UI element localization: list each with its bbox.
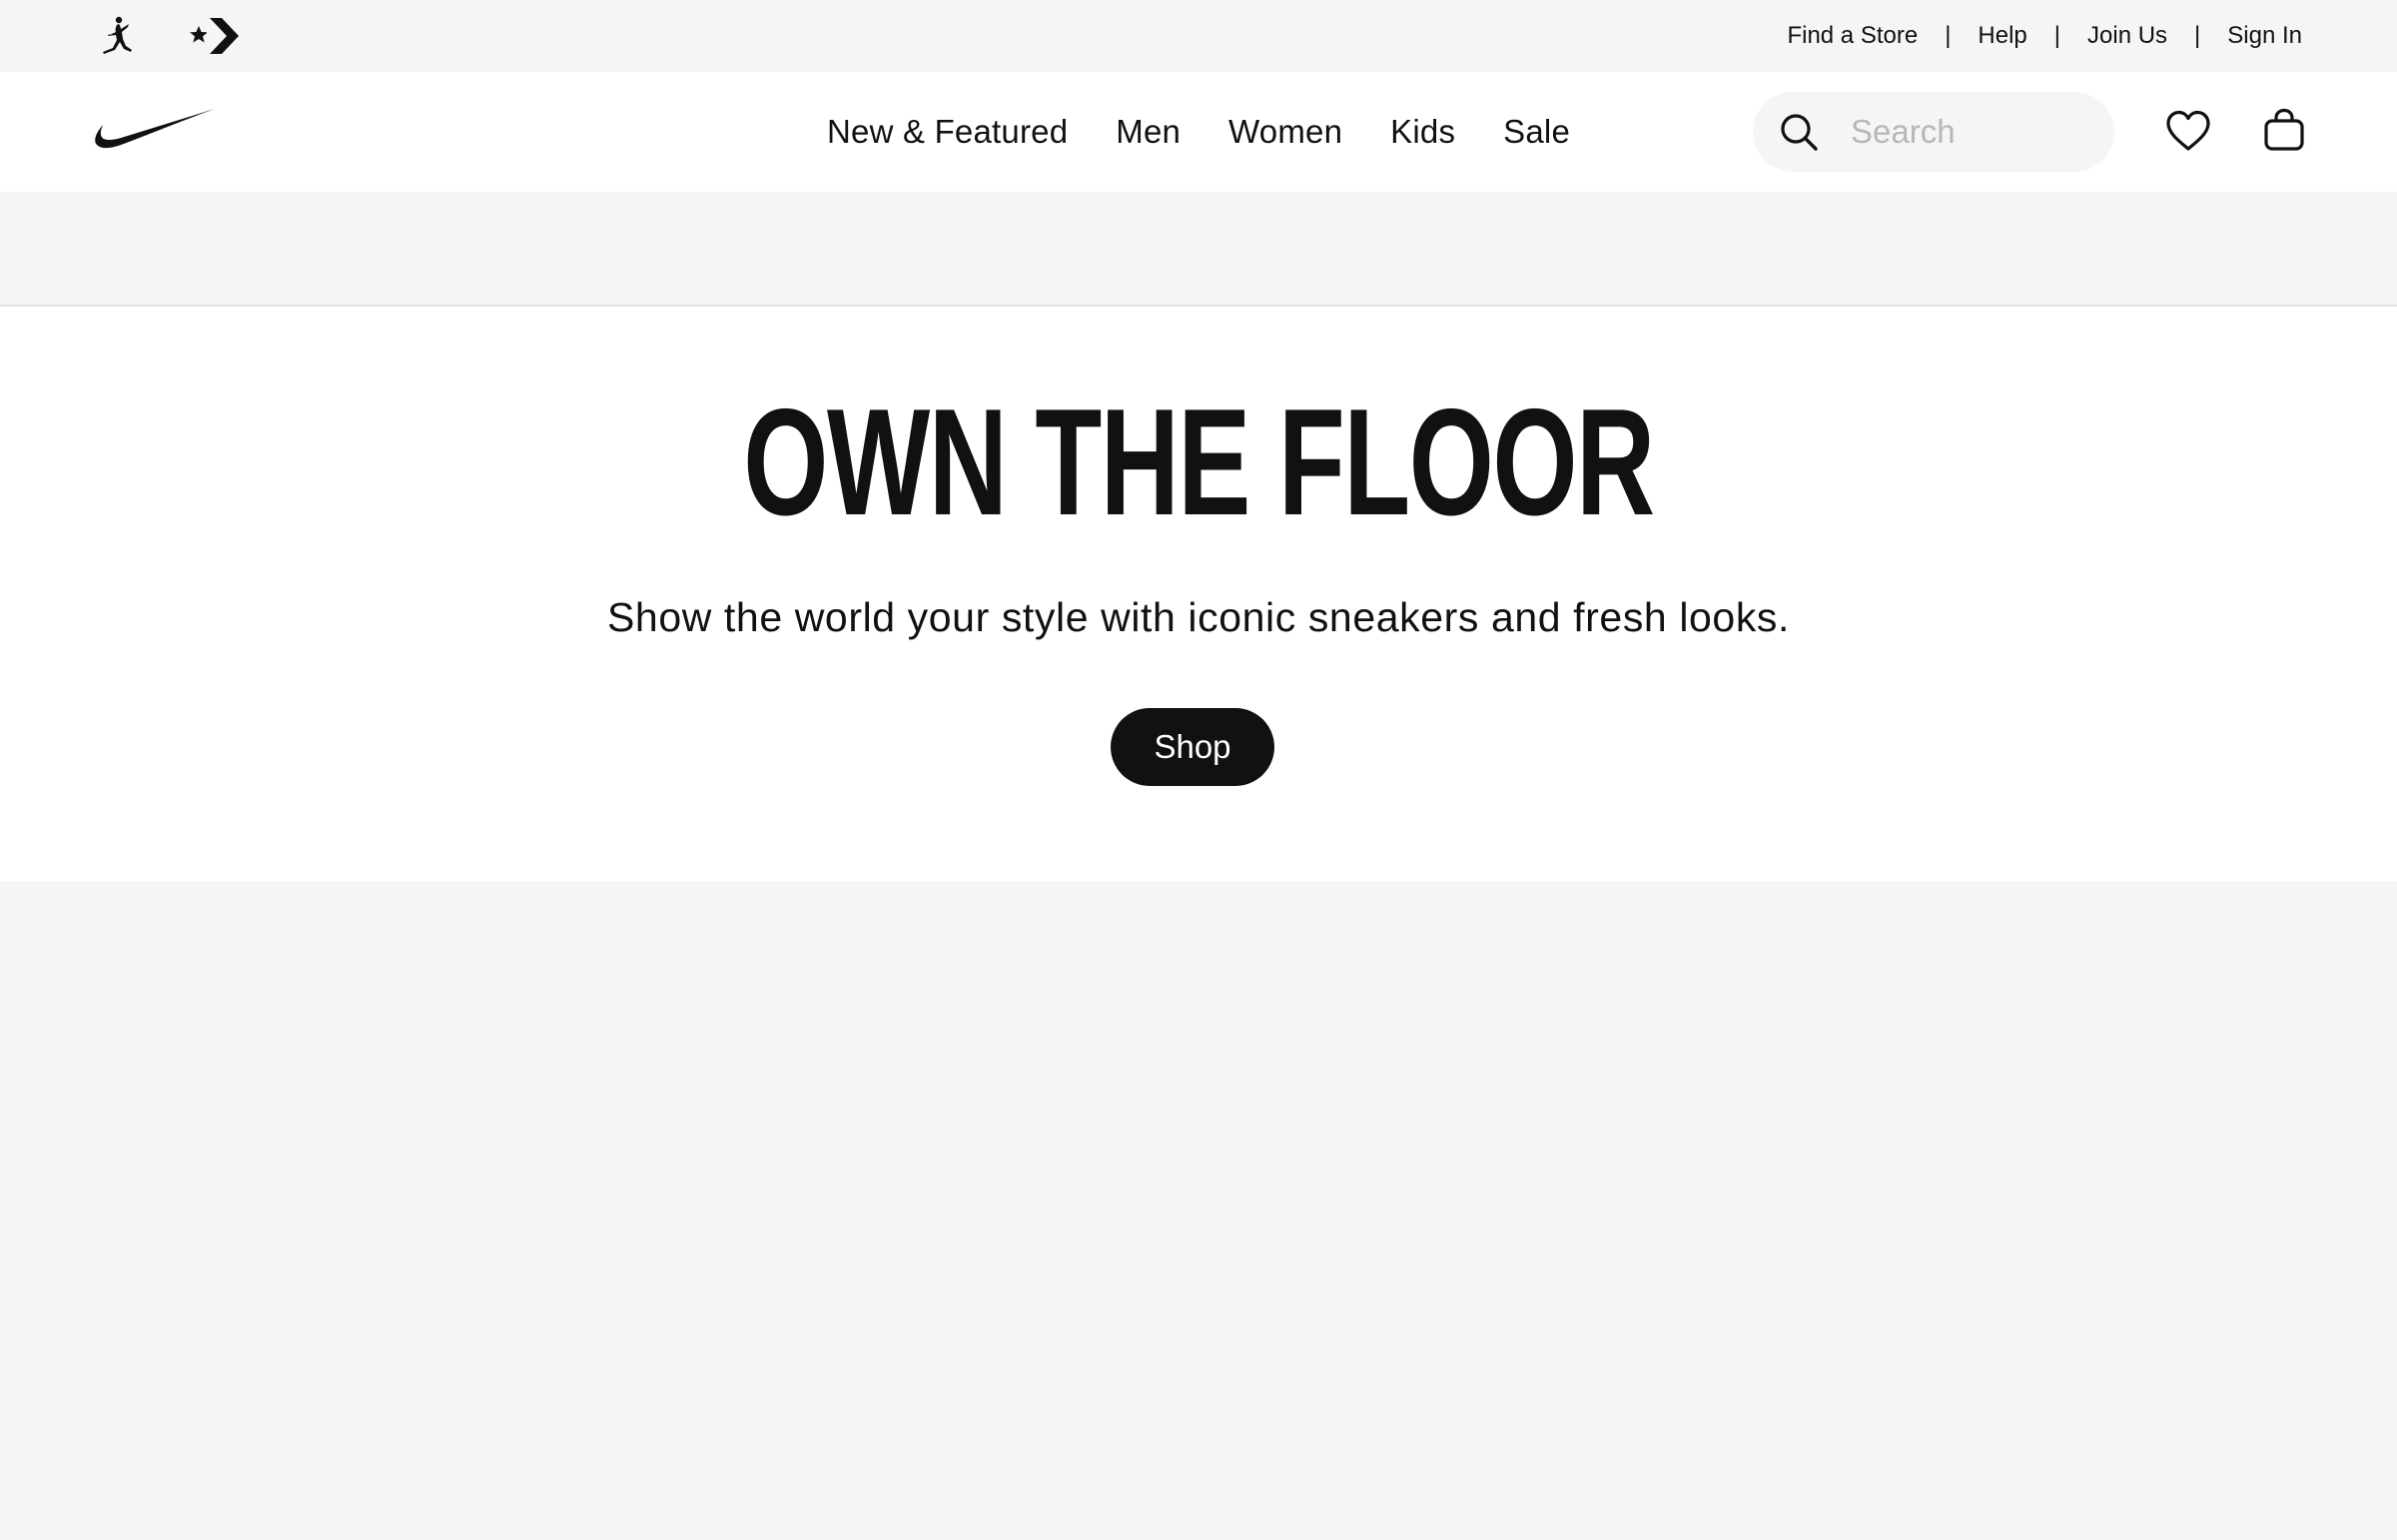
find-a-store-link[interactable]: Find a Store [1787, 22, 1918, 50]
jordan-jumpman-icon[interactable] [95, 16, 139, 56]
hero-section: OWN THE FLOOR Show the world your style … [0, 307, 2397, 881]
nav-kids[interactable]: Kids [1390, 113, 1455, 151]
nav-men[interactable]: Men [1116, 113, 1181, 151]
converse-star-chevron-icon[interactable] [189, 16, 241, 56]
hero-subtitle: Show the world your style with iconic sn… [606, 594, 1791, 640]
nav-women[interactable]: Women [1228, 113, 1342, 151]
hero-title: OWN THE FLOOR [743, 378, 1655, 547]
join-us-link[interactable]: Join Us [2087, 22, 2167, 50]
search-input[interactable] [1851, 113, 2090, 151]
shop-button[interactable]: Shop [1111, 708, 1274, 786]
nav-new-featured[interactable]: New & Featured [827, 113, 1068, 151]
main-header: New & Featured Men Women Kids Sale [0, 72, 2397, 192]
search-box [1753, 92, 2114, 172]
main-nav: New & Featured Men Women Kids Sale [827, 72, 1570, 192]
separator: | [2053, 22, 2061, 49]
promo-banner [0, 192, 2397, 307]
shopping-bag-icon[interactable] [2263, 108, 2305, 157]
utility-links: Find a Store | Help | Join Us | Sign In [1787, 22, 2302, 50]
brand-icons [95, 16, 241, 56]
help-link[interactable]: Help [1978, 22, 2026, 50]
separator: | [1945, 22, 1952, 49]
nav-sale[interactable]: Sale [1503, 113, 1570, 151]
heart-icon[interactable] [2165, 110, 2211, 157]
search-icon[interactable] [1779, 112, 1819, 152]
sign-in-link[interactable]: Sign In [2227, 22, 2302, 50]
nike-swoosh-icon[interactable] [94, 108, 216, 159]
separator: | [2194, 22, 2201, 49]
utility-bar: Find a Store | Help | Join Us | Sign In [0, 0, 2397, 72]
